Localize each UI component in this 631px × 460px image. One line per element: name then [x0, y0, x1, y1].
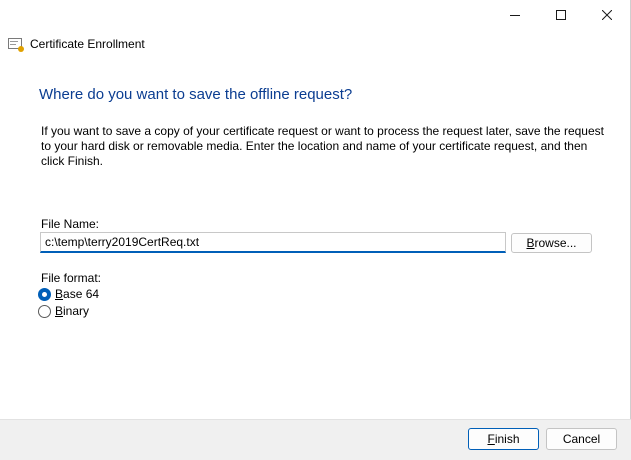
- radio-base64[interactable]: Base 64: [38, 287, 99, 301]
- finish-button[interactable]: Finish: [468, 428, 539, 450]
- caption-controls: [492, 0, 630, 30]
- browse-mnemonic: B: [526, 236, 535, 250]
- cancel-button[interactable]: Cancel: [546, 428, 617, 450]
- window-title: Certificate Enrollment: [30, 37, 145, 51]
- browse-label: rowse...: [534, 236, 577, 250]
- radio-selected-icon[interactable]: [38, 287, 51, 301]
- minimize-button[interactable]: [492, 0, 538, 30]
- finish-mnemonic: F: [487, 432, 495, 446]
- certificate-enrollment-window: Certificate Enrollment Where do you want…: [0, 0, 631, 460]
- close-button[interactable]: [584, 0, 630, 30]
- maximize-button[interactable]: [538, 0, 584, 30]
- minimize-icon: [510, 15, 520, 16]
- title-row: Certificate Enrollment: [8, 37, 145, 52]
- radio-binary[interactable]: Binary: [38, 304, 89, 318]
- close-icon: [602, 10, 612, 20]
- browse-button[interactable]: Browse...: [511, 233, 592, 253]
- certificate-icon: [8, 38, 24, 52]
- instructions-text: If you want to save a copy of your certi…: [41, 124, 604, 168]
- file-name-input[interactable]: c:\temp\terry2019CertReq.txt: [40, 232, 506, 253]
- radio-unselected-icon[interactable]: [38, 304, 51, 318]
- radio-binary-label: Binary: [55, 304, 90, 318]
- finish-label: inish: [494, 432, 520, 446]
- radio-base64-label: Base 64: [55, 287, 100, 301]
- maximize-icon: [556, 10, 566, 20]
- file-format-label: File format:: [41, 271, 102, 285]
- page-heading: Where do you want to save the offline re…: [39, 86, 353, 103]
- file-name-label: File Name:: [41, 217, 100, 231]
